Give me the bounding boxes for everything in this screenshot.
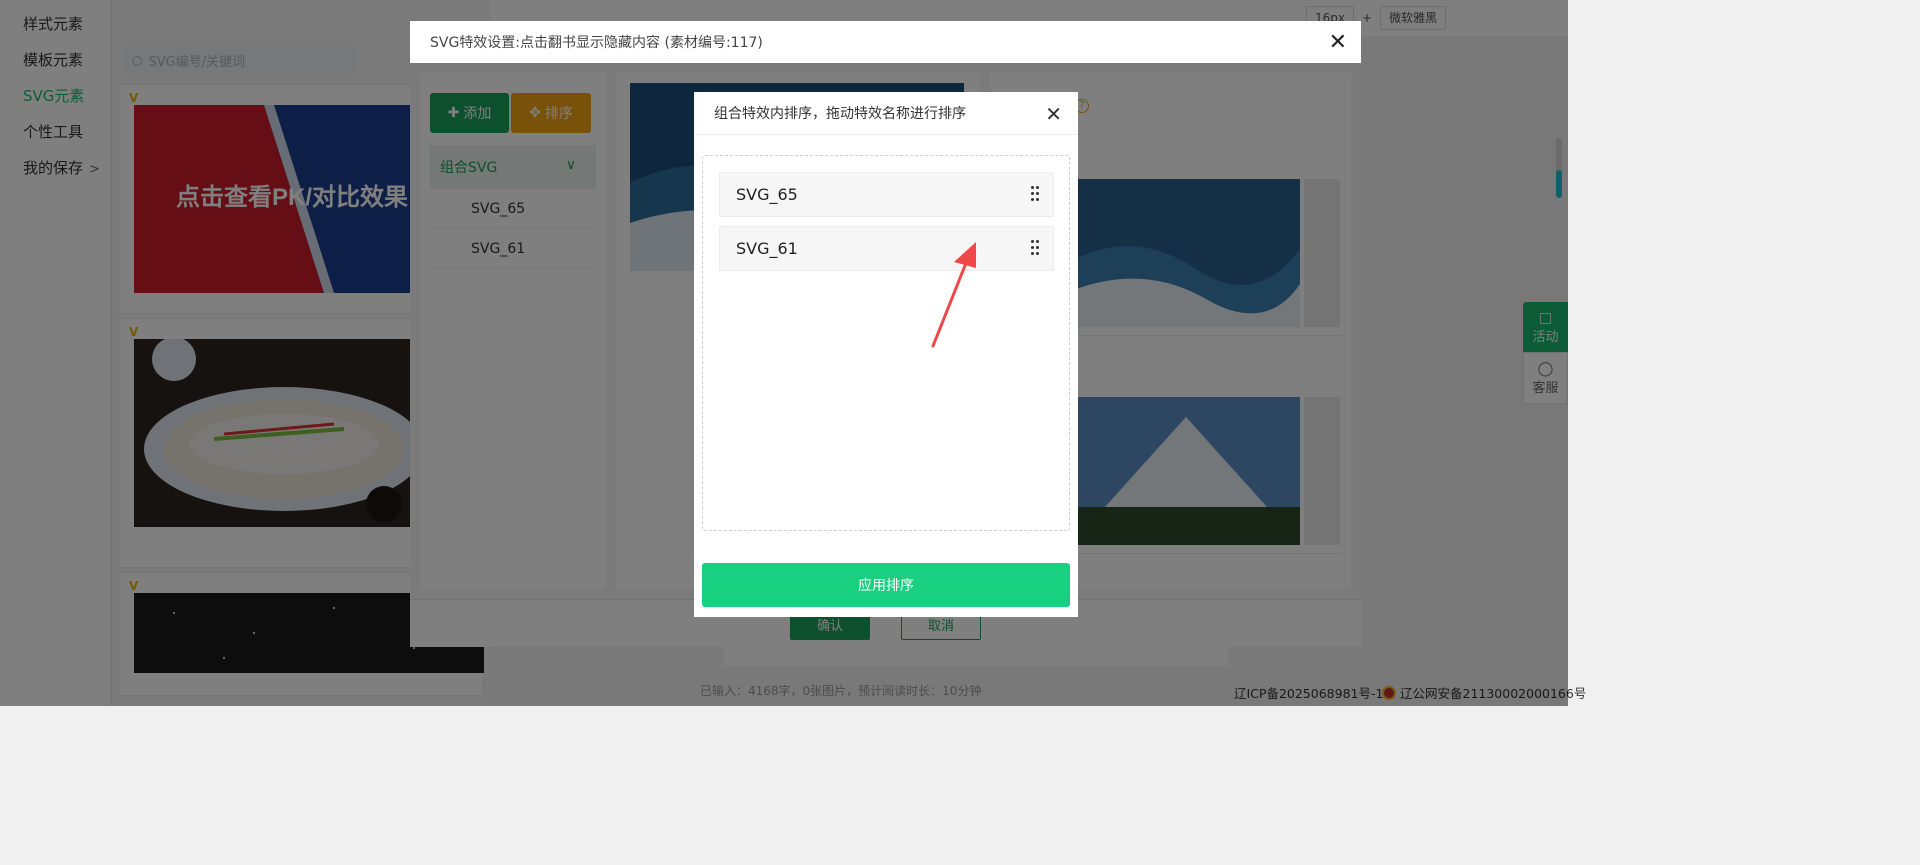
apply-sort-button[interactable]: 应用排序: [702, 563, 1070, 607]
sortable-item-svg-61[interactable]: SVG_61: [719, 226, 1054, 271]
drag-handle-icon[interactable]: [1031, 184, 1039, 204]
sort-effects-dialog: 组合特效内排序，拖动特效名称进行排序 ✕ SVG_65 SVG_61 应用排序: [694, 92, 1078, 617]
sortable-item-svg-65[interactable]: SVG_65: [719, 172, 1054, 217]
sortable-drop-zone[interactable]: SVG_65 SVG_61: [702, 155, 1070, 531]
close-icon[interactable]: ✕: [1329, 30, 1347, 55]
drag-handle-icon[interactable]: [1031, 238, 1039, 258]
close-icon[interactable]: ✕: [1045, 102, 1062, 126]
dialog-header: SVG特效设置:点击翻书显示隐藏内容 (素材编号:117) ✕: [410, 21, 1361, 63]
annotation-arrow-icon: [931, 242, 976, 348]
sortable-item-label: SVG_65: [736, 185, 798, 204]
sort-dialog-title: 组合特效内排序，拖动特效名称进行排序: [714, 106, 966, 122]
sortable-item-label: SVG_61: [736, 239, 798, 258]
dialog-title: SVG特效设置:点击翻书显示隐藏内容 (素材编号:117): [430, 35, 763, 51]
sort-dialog-header: 组合特效内排序，拖动特效名称进行排序 ✕: [694, 92, 1078, 135]
